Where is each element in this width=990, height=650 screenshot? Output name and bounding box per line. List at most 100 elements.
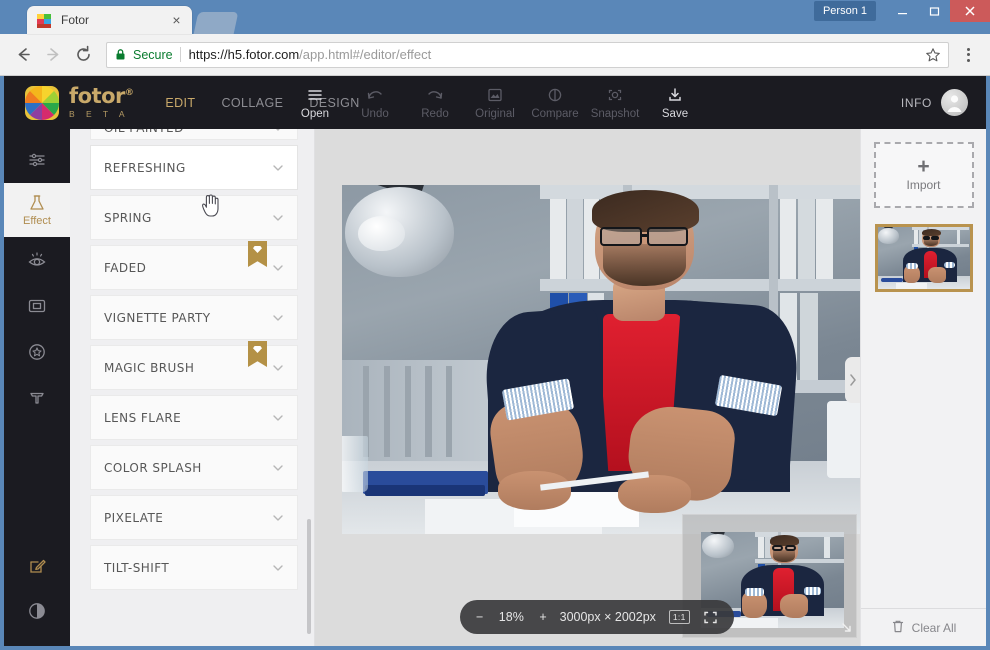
effect-label: COLOR SPLASH: [104, 461, 271, 475]
photo-thumbnail[interactable]: [875, 224, 973, 292]
effect-item-lens-flare[interactable]: LENS FLARE: [90, 395, 298, 440]
back-arrow-icon[interactable]: [8, 40, 38, 70]
tab-title: Fotor: [61, 13, 169, 27]
image-dimensions-label: 3000px × 2002px: [560, 610, 656, 624]
actual-size-button[interactable]: 1:1: [669, 610, 690, 624]
effect-item-spring[interactable]: SPRING: [90, 195, 298, 240]
zoom-in-button[interactable]: +: [539, 610, 546, 624]
user-avatar[interactable]: [941, 89, 968, 116]
effects-list: OIL PAINTED REFRESHING SPRING FADED: [70, 129, 314, 646]
maximize-button[interactable]: [918, 0, 950, 22]
rail-item-frames[interactable]: [4, 283, 70, 329]
tool-save-label: Save: [662, 108, 688, 120]
tool-snapshot[interactable]: Snapshot: [585, 86, 645, 120]
editor-canvas[interactable]: − 18% + 3000px × 2002px 1:1: [315, 129, 860, 646]
rail-item-stickers[interactable]: [4, 329, 70, 375]
app-header: fotor® B E T A EDIT COLLAGE DESIGN Open …: [4, 76, 986, 129]
app-toolbar: Open Undo Redo Original Compare: [285, 86, 705, 120]
tool-redo[interactable]: Redo: [405, 86, 465, 120]
chevron-down-icon: [271, 211, 285, 225]
fotor-logo-icon: [25, 86, 59, 120]
chevron-down-icon: [271, 161, 285, 175]
effects-panel: OIL PAINTED REFRESHING SPRING FADED: [70, 129, 315, 646]
effect-item-color-splash[interactable]: COLOR SPLASH: [90, 445, 298, 490]
effect-item-vignette-party[interactable]: VIGNETTE PARTY: [90, 295, 298, 340]
chevron-down-icon: [271, 511, 285, 525]
rail-item-effect[interactable]: Effect: [4, 183, 70, 237]
app-body: Effect: [4, 129, 986, 646]
clear-all-button[interactable]: Clear All: [861, 608, 986, 646]
effect-item-magic-brush[interactable]: MAGIC BRUSH: [90, 345, 298, 390]
rail-item-beauty[interactable]: [4, 237, 70, 283]
zoom-toolbar: − 18% + 3000px × 2002px 1:1: [460, 600, 734, 634]
tool-rail: Effect: [4, 129, 70, 646]
brand-beta: B E T A: [69, 110, 133, 119]
collapse-panel-button[interactable]: [845, 357, 860, 403]
clear-all-label: Clear All: [912, 621, 957, 635]
address-bar[interactable]: Secure https://h5.fotor.com/app.html#/ed…: [106, 42, 949, 68]
close-button[interactable]: [950, 0, 990, 22]
effect-label: PIXELATE: [104, 511, 271, 525]
window-controls: Person 1: [814, 0, 990, 22]
bookmark-star-icon[interactable]: [925, 47, 941, 63]
zoom-out-button[interactable]: −: [476, 610, 483, 624]
omnibox-divider: [180, 47, 181, 62]
tab-close-icon[interactable]: ×: [169, 13, 184, 28]
nav-link-collage[interactable]: COLLAGE: [221, 96, 283, 110]
tool-save[interactable]: Save: [645, 86, 705, 120]
rail-item-effect-label: Effect: [23, 215, 51, 227]
panel-scrollbar[interactable]: [307, 519, 311, 634]
rail-item-adjust[interactable]: [4, 137, 70, 183]
url-domain: https://h5.fotor.com: [189, 47, 300, 62]
lock-icon: [114, 48, 127, 61]
fotor-logo[interactable]: fotor® B E T A: [25, 86, 133, 120]
info-area: INFO: [901, 89, 968, 116]
brand-text: fotor® B E T A: [69, 86, 133, 119]
effect-item-refreshing[interactable]: REFRESHING: [90, 145, 298, 190]
tool-open-label: Open: [301, 108, 329, 120]
chevron-down-icon: [271, 411, 285, 425]
nav-link-edit[interactable]: EDIT: [165, 96, 195, 110]
import-button[interactable]: + Import: [874, 142, 974, 208]
tool-undo-label: Undo: [361, 108, 389, 120]
effect-item-faded[interactable]: FADED: [90, 245, 298, 290]
chevron-down-icon: [271, 129, 285, 135]
tool-original[interactable]: Original: [465, 86, 525, 120]
browser-tab[interactable]: Fotor ×: [27, 6, 192, 34]
tool-compare[interactable]: Compare: [525, 86, 585, 120]
effect-item-oil-painted[interactable]: OIL PAINTED: [90, 129, 298, 140]
profile-chip[interactable]: Person 1: [814, 1, 876, 21]
browser-menu-icon[interactable]: [955, 42, 981, 68]
thumbnail-artwork: [878, 227, 970, 289]
new-tab-button[interactable]: [194, 12, 239, 34]
effect-label: REFRESHING: [104, 161, 271, 175]
effect-label: TILT-SHIFT: [104, 561, 271, 575]
rail-item-text[interactable]: [4, 375, 70, 421]
browser-titlebar: Fotor × Person 1: [0, 0, 990, 34]
chevron-down-icon: [271, 361, 285, 375]
brand-trademark: ®: [125, 88, 134, 98]
effect-item-pixelate[interactable]: PIXELATE: [90, 495, 298, 540]
reload-icon[interactable]: [68, 40, 98, 70]
effect-label: LENS FLARE: [104, 411, 271, 425]
rail-item-theme[interactable]: [4, 588, 70, 634]
tool-compare-label: Compare: [531, 108, 578, 120]
library-panel: + Import: [860, 129, 986, 646]
effect-item-tilt-shift[interactable]: TILT-SHIFT: [90, 545, 298, 590]
rail-item-draw[interactable]: [4, 542, 70, 588]
tool-open[interactable]: Open: [285, 86, 345, 120]
browser-toolbar: Secure https://h5.fotor.com/app.html#/ed…: [0, 34, 990, 76]
forward-arrow-icon[interactable]: [38, 40, 68, 70]
navigator-resize-handle[interactable]: [838, 619, 854, 635]
tool-undo[interactable]: Undo: [345, 86, 405, 120]
effect-label: OIL PAINTED: [104, 129, 271, 135]
info-label[interactable]: INFO: [901, 96, 932, 110]
security-label: Secure: [133, 48, 173, 62]
brand-word-text: fotor: [69, 84, 125, 108]
effect-label: SPRING: [104, 211, 271, 225]
url-text: https://h5.fotor.com/app.html#/editor/ef…: [189, 47, 432, 62]
main-photo[interactable]: [342, 185, 860, 534]
fit-to-screen-icon[interactable]: [703, 610, 718, 625]
minimize-button[interactable]: [886, 0, 918, 22]
chevron-down-icon: [271, 561, 285, 575]
